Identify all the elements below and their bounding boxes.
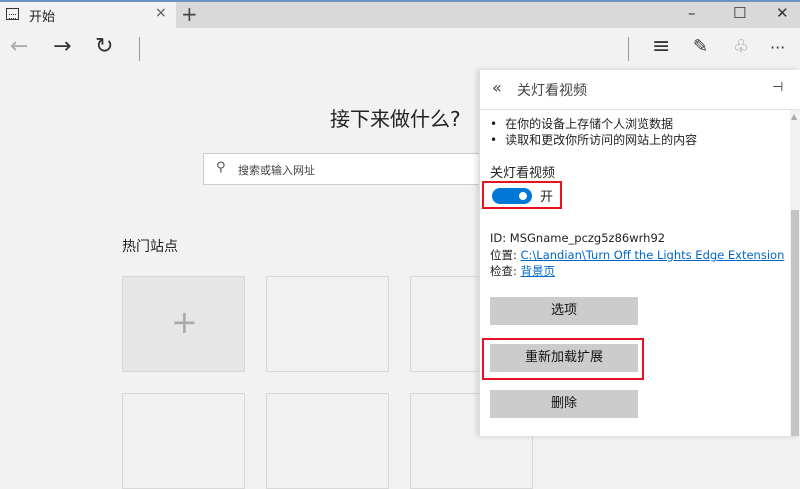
scrollbar-thumb[interactable]	[791, 210, 799, 436]
add-site-tile[interactable]: +	[122, 276, 245, 372]
new-tab-button[interactable]: +	[181, 2, 198, 26]
extension-id: ID: MSGname_pczg5z86wrh92	[490, 231, 666, 245]
divider	[139, 37, 140, 61]
permission-item: 读取和更改你所访问的网站上的内容	[490, 132, 697, 148]
enable-toggle[interactable]	[492, 188, 532, 204]
scrollbar[interactable]: ▲	[790, 110, 800, 436]
toggle-highlight: 开	[482, 181, 562, 209]
close-window-button[interactable]: ✕	[776, 4, 789, 22]
back-chevron-icon[interactable]: «	[492, 78, 502, 97]
remove-button[interactable]: 删除	[490, 390, 638, 418]
site-tile[interactable]	[266, 393, 389, 489]
top-sites-heading: 热门站点	[122, 239, 178, 255]
options-button[interactable]: 选项	[490, 297, 638, 325]
location-label: 位置:	[490, 248, 521, 262]
refresh-button[interactable]: ↻	[95, 34, 113, 59]
site-tile[interactable]	[266, 276, 389, 372]
search-input[interactable]: ⚲ 搜索或输入网址	[203, 153, 503, 185]
page-heading: 接下来做什么?	[330, 107, 461, 131]
more-button[interactable]: ···	[770, 38, 785, 57]
extension-panel: « 关灯看视频 ⊣ 在你的设备上存储个人浏览数据 读取和更改你所访问的网站上的内…	[479, 70, 800, 436]
toggle-label: 关灯看视频	[490, 166, 556, 181]
reload-extension-button[interactable]: 重新加载扩展	[490, 344, 638, 372]
scroll-up-icon[interactable]: ▲	[791, 112, 797, 121]
share-button[interactable]: ♧	[733, 36, 749, 57]
back-button[interactable]: ←	[10, 34, 28, 59]
toggle-state: 开	[540, 190, 554, 205]
search-icon: ⚲	[216, 160, 226, 175]
tab-page-icon	[6, 8, 19, 20]
search-placeholder: 搜索或输入网址	[238, 164, 315, 177]
permissions-list: 在你的设备上存储个人浏览数据 读取和更改你所访问的网站上的内容	[490, 116, 697, 148]
toolbar: ← → ↻ ≡ ✎ ♧ ···	[0, 28, 800, 70]
minimize-button[interactable]: –	[688, 4, 696, 22]
plus-icon: +	[171, 303, 198, 341]
tab-title: 开始	[29, 10, 56, 25]
background-page-link[interactable]: 背景页	[521, 264, 556, 278]
hub-button[interactable]: ≡	[652, 34, 670, 59]
location-line: 位置: C:\Landian\Turn Off the Lights Edge …	[490, 247, 784, 263]
inspect-line: 检查: 背景页	[490, 263, 555, 279]
location-link[interactable]: C:\Landian\Turn Off the Lights Edge Exte…	[521, 248, 785, 262]
inspect-label: 检查:	[490, 264, 521, 278]
divider	[628, 37, 629, 61]
tab-start[interactable]: 开始 ×	[0, 2, 176, 28]
forward-button[interactable]: →	[53, 34, 71, 59]
web-note-button[interactable]: ✎	[693, 36, 708, 57]
site-tile[interactable]	[122, 393, 245, 489]
title-bar: 开始 × + – ☐ ✕	[0, 0, 800, 28]
pin-icon[interactable]: ⊣	[772, 80, 783, 95]
panel-title: 关灯看视频	[517, 83, 587, 99]
permission-item: 在你的设备上存储个人浏览数据	[490, 116, 697, 132]
panel-header: « 关灯看视频 ⊣	[480, 70, 800, 110]
tab-close-button[interactable]: ×	[155, 5, 167, 21]
maximize-button[interactable]: ☐	[733, 4, 746, 22]
